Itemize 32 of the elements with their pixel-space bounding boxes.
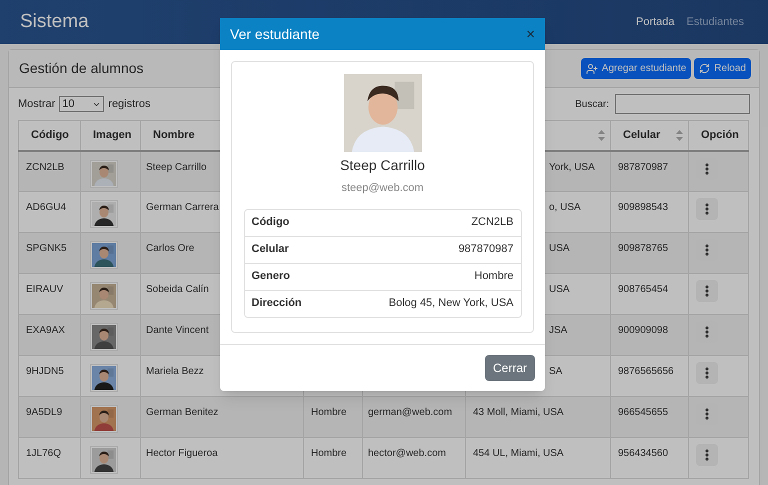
records-label: registros xyxy=(108,96,150,112)
close-button[interactable]: × xyxy=(526,26,535,42)
nav-link[interactable]: Estudiantes xyxy=(686,14,744,30)
table-cell: Hombre xyxy=(304,438,362,478)
nav-link[interactable]: Portada xyxy=(636,14,675,30)
user-plus-icon xyxy=(586,62,598,74)
entries-select[interactable]: 10 xyxy=(59,96,104,112)
reload-button[interactable]: Reload xyxy=(694,58,751,79)
table-cell: Hector Figueroa xyxy=(140,438,304,478)
table-cell: 956434560 xyxy=(610,438,688,478)
table-cell: hector@web.com xyxy=(362,438,466,478)
options-button[interactable] xyxy=(696,198,718,220)
detail-label: Dirección xyxy=(252,296,302,312)
add-student-button[interactable]: Agregar estudiante xyxy=(580,58,692,79)
brand-title[interactable]: Sistema xyxy=(20,8,89,36)
student-email: steep@web.com xyxy=(341,181,424,196)
options-button[interactable] xyxy=(696,444,718,466)
detail-value: ZCN2LB xyxy=(471,215,514,230)
search-field[interactable] xyxy=(615,94,750,114)
close-modal-button[interactable]: Cerrar xyxy=(484,355,535,381)
modal-title: Ver estudiante xyxy=(230,24,320,44)
options-button[interactable] xyxy=(696,280,718,302)
detail-label: Código xyxy=(252,215,290,230)
table-cell: 1JL76Q xyxy=(18,438,80,478)
show-label: Mostrar xyxy=(18,96,56,112)
student-name: Steep Carrillo xyxy=(340,156,425,175)
refresh-icon xyxy=(699,63,710,74)
detail-label: Celular xyxy=(252,242,289,258)
search-label: Buscar: xyxy=(575,98,609,112)
options-button[interactable] xyxy=(696,362,718,384)
card-title: Gestión de alumnos xyxy=(18,59,144,78)
table-cell: 454 UL, Miami, USA xyxy=(466,438,610,478)
